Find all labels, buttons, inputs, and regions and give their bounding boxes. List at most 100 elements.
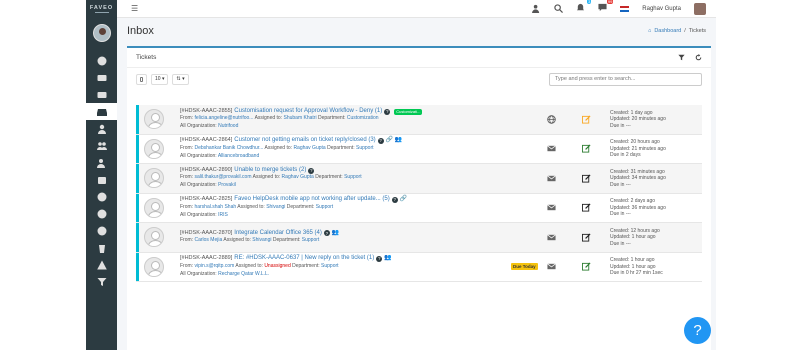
sidebar-item-filter[interactable]: [86, 273, 117, 290]
sidebar-item-dashboard[interactable]: [86, 52, 117, 69]
filter-icon[interactable]: [678, 54, 685, 61]
ticket-subject[interactable]: RE: #HDSK-AAAC-0637 | New reply on the t…: [234, 255, 374, 263]
from-value[interactable]: Debshankar Banik Chowdhur...: [194, 145, 263, 151]
page-size-select[interactable]: 10 ▾: [151, 73, 169, 85]
warning-icon: [96, 260, 107, 269]
ticket-row[interactable]: [#HDSK-AAAC-2864] Customer not getting e…: [136, 134, 702, 164]
refresh-icon[interactable]: [695, 54, 702, 61]
sidebar-item-contact[interactable]: [86, 154, 117, 171]
assigned-value[interactable]: Raghav Gupta: [282, 174, 314, 180]
from-label: From:: [180, 237, 194, 244]
ticket-subject[interactable]: Faveo HelpDesk mobile app not working af…: [234, 196, 389, 204]
ticket-row[interactable]: [#HDSK-AAAC-2870] Integrate Calendar Off…: [136, 223, 702, 253]
app-logo[interactable]: FAVEO: [86, 0, 117, 18]
ticket-subject[interactable]: Customisation request for Approval Workf…: [234, 108, 382, 116]
organization-value[interactable]: Nutrifood: [218, 123, 238, 129]
extra-icons: 🔗: [399, 196, 408, 203]
edit-button[interactable]: [582, 115, 591, 124]
sidebar-avatar[interactable]: [92, 24, 111, 42]
organization-value[interactable]: Alliancebroadband: [218, 153, 259, 159]
envelope-icon: [547, 145, 556, 152]
home-icon[interactable]: ⌂: [648, 28, 651, 34]
assigned-value[interactable]: Unassigned: [264, 263, 290, 269]
extra-icons: 🔗 👥: [385, 137, 403, 144]
from-value[interactable]: harshal.shah Shah: [194, 204, 236, 210]
source-icon: [547, 144, 556, 153]
ticket-list: [#HDSK-AAAC-2855] Customisation request …: [136, 105, 702, 282]
sidebar-item-clock[interactable]: [86, 188, 117, 205]
sidebar-item-inbox[interactable]: [86, 103, 117, 120]
sidebar-item-history[interactable]: [86, 205, 117, 222]
user-avatar[interactable]: [694, 2, 706, 15]
breadcrumb-dashboard[interactable]: Dashboard: [654, 28, 681, 34]
assigned-label: Assigned to:: [223, 237, 251, 244]
from-label: From:: [180, 203, 194, 210]
sidebar-item-user[interactable]: [86, 120, 117, 137]
row-status-stripe: [136, 134, 139, 163]
assigned-value[interactable]: Raghav Gupta: [293, 145, 325, 151]
users-icon: [96, 141, 107, 150]
notifications-button[interactable]: 3: [576, 0, 592, 14]
assigned-label: Assigned to:: [235, 262, 263, 269]
department-value[interactable]: Customization: [347, 115, 379, 121]
source-icon: [547, 233, 556, 242]
user-add-icon[interactable]: [532, 4, 541, 13]
due-time: Due in 0 hr 27 min 1sec: [610, 270, 663, 276]
ticket-subject[interactable]: Integrate Calendar Office 365 (4): [234, 230, 322, 238]
ticket-row[interactable]: [#HDSK-AAAC-2889] RE: #HDSK-AAAC-0637 | …: [136, 252, 702, 282]
from-value[interactable]: vipin.s@rqitp.com: [194, 263, 234, 269]
sidebar-item-tickets[interactable]: [86, 69, 117, 86]
from-value[interactable]: felicia.angeline@nutrifoo...: [194, 115, 253, 121]
sidebar-item-trash[interactable]: [86, 239, 117, 256]
assigned-value[interactable]: Shivangi: [252, 237, 271, 243]
sort-button[interactable]: ⇅ ▾: [172, 73, 189, 85]
envelope-icon: [547, 234, 556, 240]
ticket-row[interactable]: [#HDSK-AAAC-2855] Customisation request …: [136, 105, 702, 135]
edit-button[interactable]: [582, 203, 591, 212]
department-value[interactable]: Support: [302, 237, 320, 243]
assigned-value[interactable]: Shivangi: [266, 204, 285, 210]
row-status-stripe: [136, 252, 139, 281]
requester-avatar: [144, 227, 164, 248]
username[interactable]: Raghav Gupta: [642, 6, 681, 12]
department-value[interactable]: Support: [321, 263, 339, 269]
due-time: Due in ---: [610, 122, 631, 129]
search-icon[interactable]: [554, 4, 564, 13]
row-status-stripe: [136, 223, 139, 252]
search-input[interactable]: Type and press enter to search...: [549, 72, 702, 86]
sidebar-item-team[interactable]: [86, 137, 117, 154]
edit-button[interactable]: [582, 144, 591, 153]
ticket-times: Created: 1 day ago Updated: 20 minutes a…: [610, 110, 666, 130]
language-flag-icon[interactable]: [620, 5, 630, 12]
department-value[interactable]: Support: [356, 145, 374, 151]
ticket-subject[interactable]: Unable to merge tickets (2): [234, 167, 306, 175]
ticket-row[interactable]: [#HDSK-AAAC-2890] Unable to merge ticket…: [136, 164, 702, 194]
ticket-subject[interactable]: Customer not getting emails on ticket re…: [234, 137, 375, 145]
select-all-checkbox[interactable]: [136, 73, 147, 85]
help-button[interactable]: ?: [684, 317, 711, 344]
from-value[interactable]: salil.thakur@provakil.com: [194, 174, 251, 180]
sidebar-item-warning[interactable]: [86, 256, 117, 273]
sidebar-item-calendar[interactable]: [86, 171, 117, 188]
checkbox-box: [140, 76, 143, 82]
sidebar-item-blocked[interactable]: [86, 222, 117, 239]
calendar-icon: [97, 176, 106, 184]
row-status-stripe: [136, 105, 139, 134]
due-time: Due in ---: [610, 240, 631, 247]
edit-button[interactable]: [582, 233, 591, 242]
organization-value[interactable]: Recharge Qatar W.L.L.: [218, 271, 269, 277]
department-value[interactable]: Support: [344, 174, 362, 180]
menu-toggle-icon[interactable]: ☰: [131, 4, 138, 13]
organization-value[interactable]: Provakil: [218, 182, 236, 188]
department-value[interactable]: Support: [316, 204, 334, 210]
messages-button[interactable]: 99: [598, 0, 614, 14]
edit-button[interactable]: [582, 262, 591, 271]
extra-icons: 👥: [331, 229, 340, 236]
organization-value[interactable]: IRIS: [218, 212, 228, 218]
sidebar-item-tickets-alt[interactable]: [86, 86, 117, 103]
from-value[interactable]: Carlos Mejia: [194, 237, 222, 243]
edit-icon: [582, 115, 591, 124]
assigned-value[interactable]: Shubam Khatri: [284, 115, 317, 121]
edit-button[interactable]: [582, 174, 591, 183]
ticket-row[interactable]: [#HDSK-AAAC-2825] Faveo HelpDesk mobile …: [136, 193, 702, 223]
